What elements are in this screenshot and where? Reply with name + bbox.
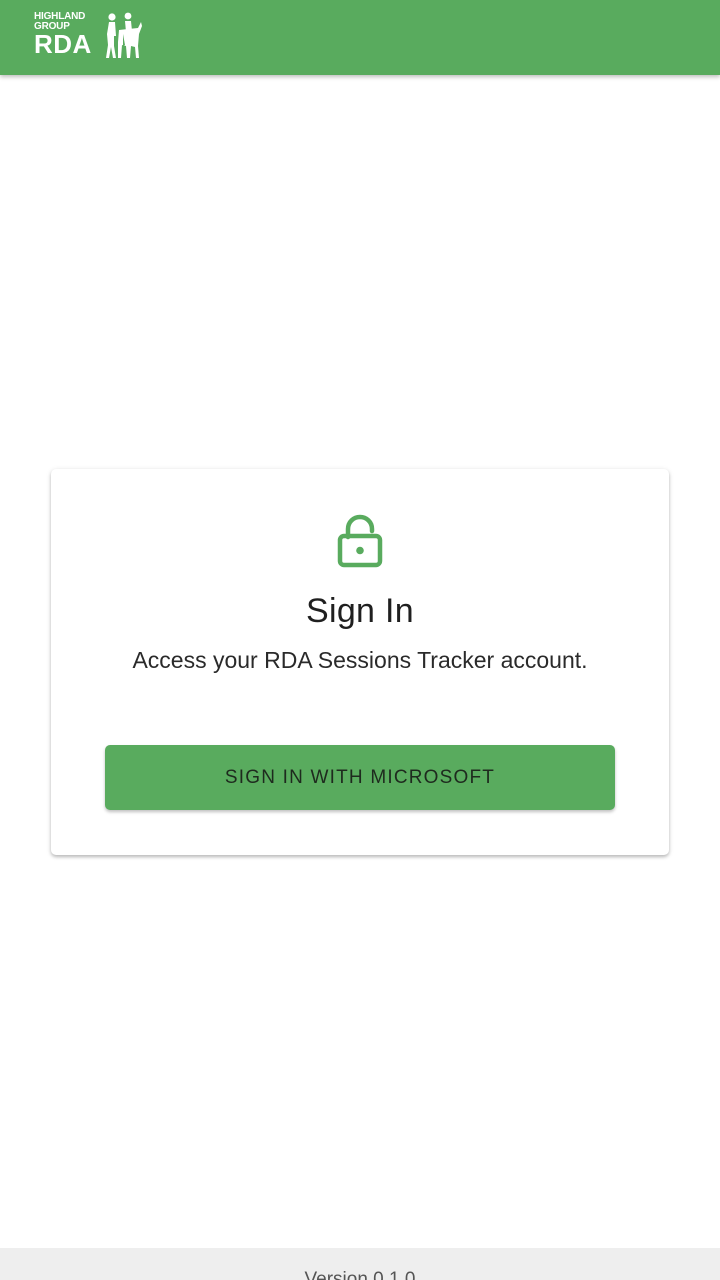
version-text: Version 0.1.0 <box>304 1269 416 1280</box>
sign-in-subtitle: Access your RDA Sessions Tracker account… <box>132 647 588 673</box>
sign-in-title: Sign In <box>306 592 414 630</box>
sign-in-with-microsoft-button[interactable]: SIGN IN WITH MICROSOFT <box>105 745 615 810</box>
app-bar: HIGHLAND GROUP RDA <box>0 0 720 75</box>
logo-line-rda: RDA <box>34 29 92 59</box>
sign-in-card: Sign In Access your RDA Sessions Tracker… <box>51 469 669 855</box>
horse-and-rider-icon <box>106 12 142 58</box>
footer: Version 0.1.0 <box>0 1248 720 1280</box>
highland-group-rda-logo[interactable]: HIGHLAND GROUP RDA <box>34 10 144 62</box>
lock-open-icon <box>337 514 383 568</box>
